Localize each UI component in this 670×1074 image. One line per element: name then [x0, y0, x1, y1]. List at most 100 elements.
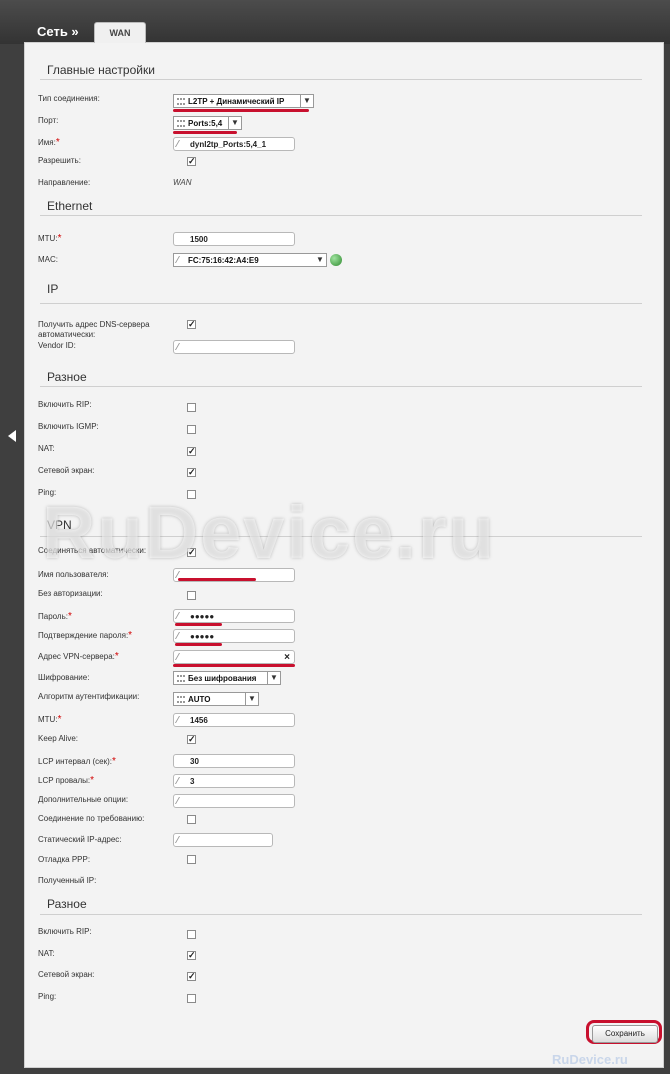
pencil-icon — [174, 797, 188, 804]
auth-algo-value: AUTO — [188, 695, 211, 704]
lcp-interval-input[interactable]: 30 — [173, 754, 295, 768]
name-label-text: Имя: — [38, 138, 56, 147]
igmp-checkbox[interactable] — [187, 425, 196, 434]
noauth-checkbox[interactable] — [187, 591, 196, 600]
chevron-down-icon[interactable]: ▼ — [267, 672, 280, 684]
password-confirm-label-text: Подтверждение пароля: — [38, 631, 129, 640]
password-confirm-value: ●●●●● — [190, 632, 215, 641]
extra-options-input[interactable] — [173, 794, 295, 808]
mac-combobox[interactable]: FC:75:16:42:A4:E9 ▼ — [173, 253, 327, 267]
collapse-arrow-icon[interactable] — [8, 430, 16, 442]
chevron-down-icon[interactable]: ▼ — [245, 693, 258, 705]
on-demand-checkbox[interactable] — [187, 815, 196, 824]
port-select[interactable]: Ports:5,4 ▼ — [173, 116, 242, 130]
section-divider — [40, 386, 642, 387]
firewall-checkbox[interactable]: ✓ — [187, 468, 196, 477]
nat-label-2: NAT: — [38, 949, 55, 958]
vpn-server-label-text: Адрес VPN-сервера: — [38, 652, 115, 661]
chevron-down-icon[interactable]: ▼ — [314, 254, 326, 266]
list-icon — [177, 98, 185, 105]
pencil-icon — [174, 256, 188, 263]
eth-mtu-value: 1500 — [190, 235, 208, 244]
list-icon — [177, 120, 185, 127]
section-title-main: Главные настройки — [47, 63, 155, 77]
keepalive-checkbox[interactable]: ✓ — [187, 735, 196, 744]
highlight-underline — [173, 109, 309, 112]
keepalive-label: Keep Alive: — [38, 734, 79, 743]
igmp-label: Включить IGMP: — [38, 422, 99, 431]
highlight-underline — [178, 578, 256, 581]
conn-type-select[interactable]: L2TP + Динамический IP ▼ — [173, 94, 314, 108]
chevron-down-icon[interactable]: ▼ — [300, 95, 313, 107]
vendor-id-input[interactable] — [173, 340, 295, 354]
mac-value: FC:75:16:42:A4:E9 — [188, 256, 259, 265]
lcp-failures-input[interactable]: 3 — [173, 774, 295, 788]
dns-label-line2: автоматически: — [38, 330, 96, 339]
firewall-label-2: Сетевой экран: — [38, 970, 95, 979]
password-label: Пароль:* — [38, 612, 72, 622]
on-demand-label: Соединение по требованию: — [38, 814, 145, 823]
section-title-misc-2: Разное — [47, 897, 87, 911]
pencil-icon — [174, 777, 188, 784]
chevron-down-icon[interactable]: ▼ — [228, 117, 241, 129]
refresh-mac-icon[interactable] — [330, 254, 342, 266]
obtained-ip-label: Полученный IP: — [38, 876, 97, 885]
section-title-ip: IP — [47, 282, 59, 296]
dns-auto-checkbox[interactable]: ✓ — [187, 320, 196, 329]
vpn-mtu-input[interactable]: 1456 — [173, 713, 295, 727]
lcp-interval-label-text: LCP интервал (сек): — [38, 757, 112, 766]
eth-mtu-input[interactable]: 1500 — [173, 232, 295, 246]
lcp-interval-label: LCP интервал (сек):* — [38, 757, 116, 767]
ping-checkbox[interactable] — [187, 490, 196, 499]
eth-mtu-label-text: MTU: — [38, 234, 58, 243]
highlight-underline — [175, 623, 222, 626]
name-input[interactable]: dynl2tp_Ports:5,4_1 — [173, 137, 295, 151]
list-icon — [177, 675, 185, 682]
firewall-label: Сетевой экран: — [38, 466, 95, 475]
required-mark: * — [128, 630, 133, 641]
username-label: Имя пользователя: — [38, 570, 109, 579]
lcp-interval-value: 30 — [190, 757, 199, 766]
firewall-checkbox-2[interactable]: ✓ — [187, 972, 196, 981]
nat-checkbox[interactable]: ✓ — [187, 447, 196, 456]
name-label: Имя:* — [38, 138, 60, 148]
tab-wan[interactable]: WAN — [94, 22, 146, 43]
clear-icon[interactable]: × — [284, 651, 290, 665]
ppp-debug-checkbox[interactable] — [187, 855, 196, 864]
vpn-mtu-value: 1456 — [190, 716, 208, 725]
highlight-underline — [175, 643, 222, 646]
ping-checkbox-2[interactable] — [187, 994, 196, 1003]
rip-checkbox[interactable] — [187, 403, 196, 412]
section-divider — [40, 303, 642, 304]
vpn-mtu-label-text: MTU: — [38, 715, 58, 724]
password-input[interactable]: ●●●●● — [173, 609, 295, 623]
mac-label: MAC: — [38, 255, 58, 264]
list-icon — [177, 696, 185, 703]
allow-label: Разрешить: — [38, 156, 81, 165]
watermark-small: RuDevice.ru — [552, 1052, 628, 1067]
encryption-select[interactable]: Без шифрования ▼ — [173, 671, 281, 685]
nat-checkbox-2[interactable]: ✓ — [187, 951, 196, 960]
save-button[interactable]: Сохранить — [592, 1025, 658, 1043]
rip-checkbox-2[interactable] — [187, 930, 196, 939]
auth-algo-select[interactable]: AUTO ▼ — [173, 692, 259, 706]
vpn-auto-checkbox[interactable]: ✓ — [187, 548, 196, 557]
ping-label-2: Ping: — [38, 992, 57, 1001]
breadcrumb[interactable]: Сеть » — [37, 24, 79, 39]
highlight-underline — [173, 131, 237, 134]
static-ip-input[interactable] — [173, 833, 273, 847]
password-confirm-label: Подтверждение пароля:* — [38, 631, 132, 641]
nat-label: NAT: — [38, 444, 55, 453]
password-confirm-input[interactable]: ●●●●● — [173, 629, 295, 643]
required-mark: * — [57, 714, 62, 725]
pencil-icon — [174, 632, 188, 639]
allow-checkbox[interactable]: ✓ — [187, 157, 196, 166]
encryption-label: Шифрование: — [38, 673, 90, 682]
direction-value: WAN — [173, 178, 192, 187]
eth-mtu-label: MTU:* — [38, 234, 61, 244]
vendor-id-label: Vendor ID: — [38, 341, 76, 350]
vpn-server-input[interactable]: × — [173, 650, 295, 664]
auth-algo-label: Алгоритм аутентификации: — [38, 692, 140, 701]
noauth-label: Без авторизации: — [38, 589, 103, 598]
lcp-failures-value: 3 — [190, 777, 195, 786]
